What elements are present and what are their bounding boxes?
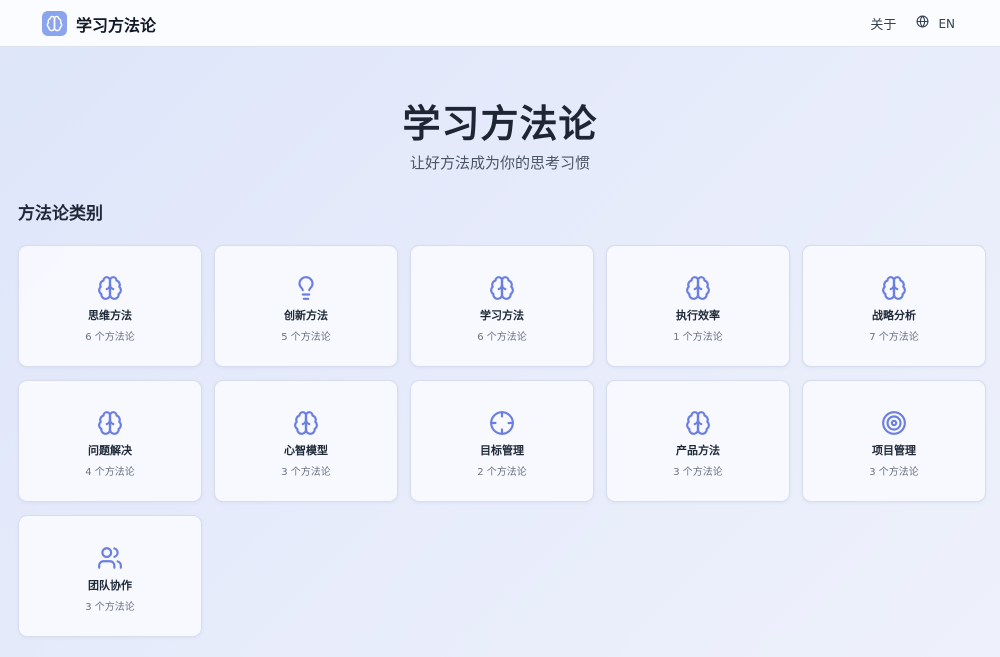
page-title: 学习方法论 (402, 102, 598, 146)
category-count: 5 个方法论 (281, 332, 331, 343)
category-title: 思维方法 (88, 309, 132, 322)
lightbulb-icon (293, 275, 319, 301)
category-count: 3 个方法论 (281, 467, 331, 478)
brain-icon (685, 275, 711, 301)
category-title: 心智模型 (284, 444, 328, 457)
category-card[interactable]: 目标管理 2 个方法论 (410, 380, 594, 502)
category-card[interactable]: 问题解决 4 个方法论 (18, 380, 202, 502)
category-card[interactable]: 心智模型 3 个方法论 (214, 380, 398, 502)
category-title: 产品方法 (676, 444, 720, 457)
brain-icon (881, 275, 907, 301)
brain-icon (489, 275, 515, 301)
category-card[interactable]: 团队协作 3 个方法论 (18, 515, 202, 637)
category-card[interactable]: 思维方法 6 个方法论 (18, 245, 202, 367)
category-count: 3 个方法论 (85, 602, 135, 613)
category-card[interactable]: 产品方法 3 个方法论 (606, 380, 790, 502)
category-card[interactable]: 执行效率 1 个方法论 (606, 245, 790, 367)
category-count: 6 个方法论 (85, 332, 135, 343)
category-title: 团队协作 (88, 579, 132, 592)
category-count: 7 个方法论 (869, 332, 919, 343)
category-grid: 思维方法 6 个方法论 创新方法 5 个方法论 学习方法 6 个方法论 执行效率 1 个… (18, 245, 986, 637)
crosshair-icon (489, 410, 515, 436)
globe-icon (916, 15, 929, 32)
top-header: 学习方法论 关于 EN (0, 0, 1000, 47)
brain-icon (97, 410, 123, 436)
brand-name: 学习方法论 (76, 15, 157, 35)
brain-icon (293, 410, 319, 436)
language-toggle[interactable]: EN (916, 15, 955, 32)
brain-icon (97, 275, 123, 301)
category-count: 3 个方法论 (673, 467, 723, 478)
language-label: EN (938, 16, 955, 31)
category-count: 2 个方法论 (477, 467, 527, 478)
category-count: 4 个方法论 (85, 467, 135, 478)
category-title: 执行效率 (676, 309, 720, 322)
category-title: 问题解决 (88, 444, 132, 457)
category-card[interactable]: 战略分析 7 个方法论 (802, 245, 986, 367)
category-card[interactable]: 项目管理 3 个方法论 (802, 380, 986, 502)
category-card[interactable]: 学习方法 6 个方法论 (410, 245, 594, 367)
target-icon (881, 410, 907, 436)
category-title: 创新方法 (284, 309, 328, 322)
category-card[interactable]: 创新方法 5 个方法论 (214, 245, 398, 367)
category-title: 战略分析 (872, 309, 916, 322)
top-nav: 关于 EN (870, 14, 955, 33)
category-count: 3 个方法论 (869, 467, 919, 478)
section-title: 方法论类别 (18, 204, 103, 224)
brain-icon (42, 11, 67, 36)
category-count: 1 个方法论 (673, 332, 723, 343)
about-link[interactable]: 关于 (870, 14, 896, 33)
users-icon (97, 545, 123, 571)
brain-icon (685, 410, 711, 436)
category-count: 6 个方法论 (477, 332, 527, 343)
category-title: 目标管理 (480, 444, 524, 457)
brand[interactable]: 学习方法论 (42, 11, 156, 36)
page-subtitle: 让好方法成为你的思考习惯 (409, 154, 590, 172)
category-title: 项目管理 (872, 444, 916, 457)
category-title: 学习方法 (480, 309, 524, 322)
